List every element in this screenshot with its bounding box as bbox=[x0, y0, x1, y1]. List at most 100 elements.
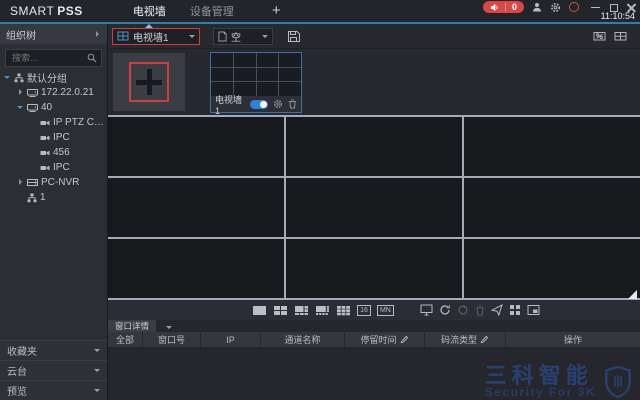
column-header-1[interactable]: 窗口号 bbox=[143, 332, 201, 347]
save-button[interactable] bbox=[287, 30, 300, 43]
smartpss-window: { "app": { "brand_1": "SMART", "brand_2"… bbox=[0, 0, 640, 400]
split-4-button[interactable] bbox=[273, 304, 288, 317]
split-custom-button[interactable]: MN bbox=[377, 305, 394, 316]
panel-label: 收藏夹 bbox=[7, 343, 37, 358]
loop-button-disabled[interactable] bbox=[457, 304, 469, 317]
video-wall-cell-1[interactable] bbox=[108, 117, 284, 176]
wall-select-dropdown[interactable]: 电视墙1 bbox=[112, 28, 200, 45]
tree-item-456[interactable]: 456 bbox=[0, 145, 107, 160]
tv-wall-main: 电视墙1 空 电视墙1 bbox=[108, 24, 640, 400]
sidebar-header[interactable]: 组织树 bbox=[0, 24, 107, 44]
tab-device-management[interactable]: 设备管理 bbox=[188, 0, 236, 22]
panel-云台[interactable]: 云台 bbox=[0, 360, 107, 380]
minimize-button[interactable] bbox=[591, 3, 600, 12]
expand-icon bbox=[509, 304, 521, 316]
wall-name-label: 电视墙1 bbox=[215, 93, 245, 116]
video-wall-grid bbox=[108, 115, 640, 300]
split-6-button[interactable] bbox=[294, 304, 309, 317]
status-ring-icon[interactable] bbox=[569, 2, 579, 12]
column-header-3[interactable]: 通道名称 bbox=[261, 332, 345, 347]
video-wall-cell-9[interactable] bbox=[464, 239, 640, 298]
sidebar-bottom-panels: 收藏夹云台预览 bbox=[0, 340, 107, 400]
screen-setting-button[interactable] bbox=[593, 31, 606, 42]
tree-item-ipc[interactable]: IPC bbox=[0, 130, 107, 145]
gear-icon[interactable] bbox=[550, 2, 561, 13]
expander-spacer bbox=[30, 119, 37, 126]
column-header-5[interactable]: 码流类型 bbox=[425, 332, 506, 347]
split-9-button[interactable] bbox=[336, 304, 351, 317]
alarm-badge[interactable]: 0 bbox=[483, 1, 524, 13]
expander-down-icon[interactable] bbox=[17, 104, 24, 111]
panel-收藏夹[interactable]: 收藏夹 bbox=[0, 340, 107, 360]
video-wall-cell-3[interactable] bbox=[464, 117, 640, 176]
tab-window-detail[interactable]: 窗口详情 bbox=[108, 320, 156, 332]
speaker-icon bbox=[490, 3, 499, 12]
column-label: 窗口号 bbox=[158, 333, 185, 346]
expander-right-icon[interactable] bbox=[17, 89, 24, 96]
trash-icon bbox=[288, 99, 297, 109]
tree-item-ip-ptz-camera[interactable]: IP PTZ Camera bbox=[0, 115, 107, 130]
column-header-0[interactable]: 全部 bbox=[108, 332, 143, 347]
tree-item--[interactable]: 默认分组 bbox=[0, 70, 107, 85]
expander-spacer bbox=[17, 194, 24, 201]
device-tree: 默认分组172.22.0.2140IP PTZ CameraIPC456IPCP… bbox=[0, 70, 107, 205]
column-label: 操作 bbox=[564, 333, 582, 346]
wall-toolbar: 电视墙1 空 bbox=[108, 24, 640, 48]
tree-item-label: 1 bbox=[40, 192, 46, 203]
edit-icon[interactable] bbox=[480, 335, 489, 344]
refresh-button[interactable] bbox=[439, 304, 451, 317]
chevron-down-icon bbox=[94, 389, 100, 395]
video-wall-cell-2[interactable] bbox=[286, 117, 462, 176]
wall-enable-toggle[interactable] bbox=[250, 100, 268, 109]
tab-tv-wall[interactable]: 电视墙 bbox=[131, 0, 168, 22]
plan-select-dropdown[interactable]: 空 bbox=[213, 28, 273, 45]
video-wall-cell-8[interactable] bbox=[286, 239, 462, 298]
shield-logo-icon bbox=[604, 365, 632, 399]
video-wall-cell-7[interactable] bbox=[108, 239, 284, 298]
screen-setting-icon bbox=[593, 31, 606, 42]
wall-settings-button[interactable] bbox=[273, 99, 283, 109]
user-icon[interactable] bbox=[532, 2, 542, 12]
delete-button-disabled[interactable] bbox=[475, 304, 485, 317]
search-input[interactable] bbox=[10, 52, 87, 64]
tree-item-label: IP PTZ Camera bbox=[53, 117, 107, 128]
expand-view-button[interactable] bbox=[509, 304, 521, 317]
video-wall-cell-4[interactable] bbox=[108, 178, 284, 237]
split-16-button[interactable]: 16 bbox=[357, 305, 371, 316]
expander-down-icon[interactable] bbox=[4, 74, 11, 81]
tree-item-172-22-0-21[interactable]: 172.22.0.21 bbox=[0, 85, 107, 100]
tree-item-pc-nvr[interactable]: PC-NVR bbox=[0, 175, 107, 190]
tree-item-1[interactable]: 1 bbox=[0, 190, 107, 205]
column-header-4[interactable]: 停留时间 bbox=[345, 332, 425, 347]
video-wall-cell-6[interactable] bbox=[464, 178, 640, 237]
search-icon[interactable] bbox=[87, 53, 97, 63]
trash-icon bbox=[475, 305, 485, 316]
column-header-2[interactable]: IP bbox=[201, 332, 261, 347]
tree-item-40[interactable]: 40 bbox=[0, 100, 107, 115]
edit-icon[interactable] bbox=[400, 335, 409, 344]
screen-box-button[interactable] bbox=[527, 304, 540, 317]
title-bar: SMARTPSS 电视墙 设备管理 + 0 11:10:54 bbox=[0, 0, 640, 24]
split-8-button[interactable] bbox=[315, 304, 330, 317]
tree-item-label: 456 bbox=[53, 147, 70, 158]
grid-resize-handle[interactable] bbox=[628, 290, 637, 299]
tree-item-label: 40 bbox=[41, 102, 52, 113]
screen-display-button[interactable] bbox=[614, 31, 627, 42]
column-header-6[interactable]: 操作 bbox=[506, 332, 640, 347]
wall-delete-button[interactable] bbox=[288, 99, 297, 109]
panel-预览[interactable]: 预览 bbox=[0, 380, 107, 400]
loop-icon bbox=[457, 304, 469, 316]
send-to-wall-button[interactable] bbox=[491, 304, 503, 317]
column-label: 停留时间 bbox=[360, 333, 396, 346]
wall-thumbnail-selected[interactable]: 电视墙1 bbox=[210, 52, 302, 113]
video-wall-cell-5[interactable] bbox=[286, 178, 462, 237]
expander-right-icon[interactable] bbox=[17, 179, 24, 186]
panel-label: 预览 bbox=[7, 383, 27, 398]
add-wall-tile[interactable] bbox=[113, 53, 185, 111]
tree-item-ipc[interactable]: IPC bbox=[0, 160, 107, 175]
plan-icon bbox=[218, 31, 227, 42]
wall-toolbar-right bbox=[593, 31, 627, 42]
add-tab-button[interactable]: + bbox=[272, 6, 281, 16]
split-1-button[interactable] bbox=[252, 304, 267, 317]
output-screen-button[interactable] bbox=[420, 304, 433, 317]
